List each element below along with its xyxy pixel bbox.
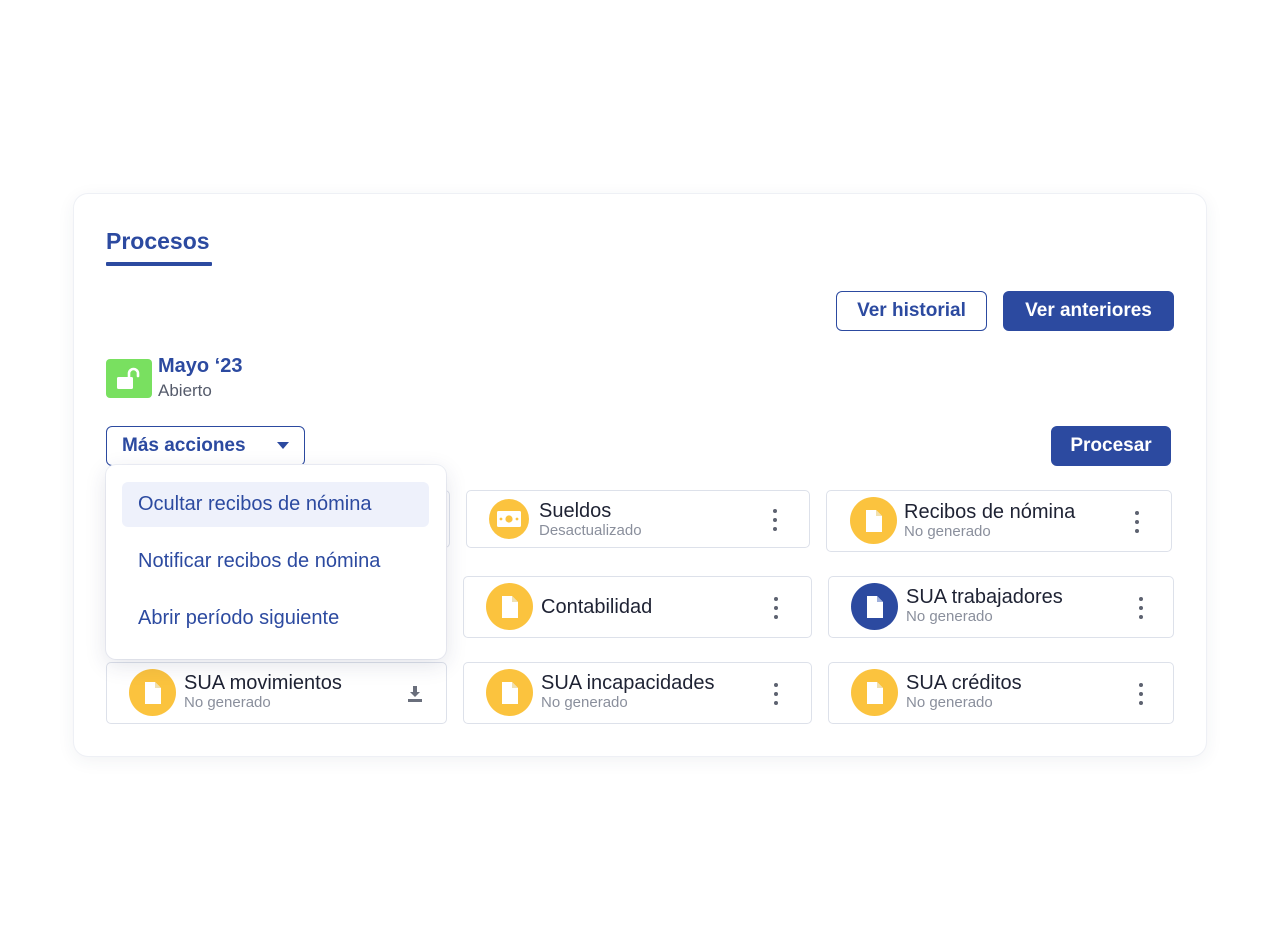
processes-card: Procesos Ver historial Ver anteriores Ma… xyxy=(74,194,1206,756)
tile-status: No generado xyxy=(904,523,991,540)
tile-status: No generado xyxy=(541,694,628,711)
process-tile-sua-incapacidades[interactable]: SUA incapacidades No generado xyxy=(463,662,812,724)
more-options-icon[interactable] xyxy=(771,597,781,619)
unlock-icon xyxy=(106,359,152,398)
tile-title: Sueldos xyxy=(539,500,612,522)
more-options-icon[interactable] xyxy=(770,509,780,531)
menu-item-open-next-period[interactable]: Abrir período siguiente xyxy=(122,596,429,641)
menu-item-hide-receipts[interactable]: Ocultar recibos de nómina xyxy=(122,482,429,527)
process-tile-sua-creditos[interactable]: SUA créditos No generado xyxy=(828,662,1174,724)
tile-status: No generado xyxy=(184,694,271,711)
more-actions-label: Más acciones xyxy=(122,435,246,456)
document-icon xyxy=(129,669,176,716)
tile-title: Contabilidad xyxy=(541,596,653,618)
tile-status: No generado xyxy=(906,694,993,711)
document-icon xyxy=(486,669,533,716)
money-icon xyxy=(489,499,529,539)
tile-title: SUA trabajadores xyxy=(906,586,1063,608)
process-tile-recibos[interactable]: Recibos de nómina No generado xyxy=(826,490,1172,552)
tile-title: Recibos de nómina xyxy=(904,501,1076,523)
menu-item-notify-receipts[interactable]: Notificar recibos de nómina xyxy=(122,539,429,584)
more-options-icon[interactable] xyxy=(1136,597,1146,619)
process-button[interactable]: Procesar xyxy=(1051,426,1171,466)
view-previous-button[interactable]: Ver anteriores xyxy=(1003,291,1174,331)
process-tile-sua-trabajadores[interactable]: SUA trabajadores No generado xyxy=(828,576,1174,638)
document-icon xyxy=(486,583,533,630)
more-options-icon[interactable] xyxy=(1136,683,1146,705)
view-history-button[interactable]: Ver historial xyxy=(836,291,987,331)
tile-status: No generado xyxy=(906,608,993,625)
process-tile-contabilidad[interactable]: Contabilidad xyxy=(463,576,812,638)
download-icon[interactable] xyxy=(406,685,424,703)
period-name: Mayo ‘23 xyxy=(158,355,243,377)
document-icon xyxy=(851,669,898,716)
caret-down-icon xyxy=(277,442,289,449)
more-options-icon[interactable] xyxy=(771,683,781,705)
period-status: Abierto xyxy=(158,381,212,400)
tab-procesos[interactable]: Procesos xyxy=(106,228,210,255)
process-tile-sua-movimientos[interactable]: SUA movimientos No generado xyxy=(106,662,447,724)
more-actions-dropdown[interactable]: Más acciones xyxy=(106,426,305,466)
tab-active-indicator xyxy=(106,262,212,266)
document-icon xyxy=(850,497,897,544)
tile-title: SUA movimientos xyxy=(184,672,342,694)
process-tile-sueldos[interactable]: Sueldos Desactualizado xyxy=(466,490,810,548)
more-options-icon[interactable] xyxy=(1132,511,1142,533)
more-actions-menu: Ocultar recibos de nómina Notificar reci… xyxy=(106,465,446,659)
document-icon xyxy=(851,583,898,630)
tile-status: Desactualizado xyxy=(539,522,642,539)
tile-title: SUA incapacidades xyxy=(541,672,715,694)
tile-title: SUA créditos xyxy=(906,672,1022,694)
